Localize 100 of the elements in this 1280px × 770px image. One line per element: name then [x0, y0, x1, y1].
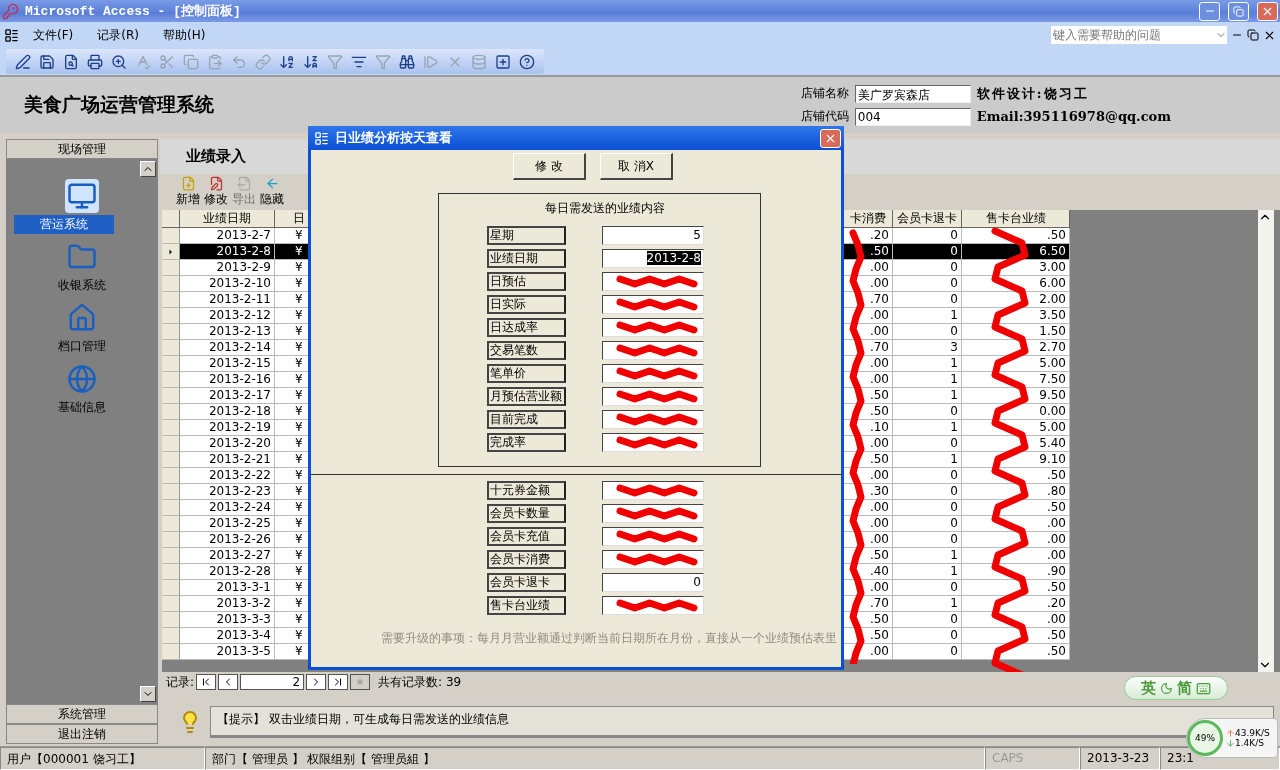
close-button[interactable]	[820, 128, 841, 148]
row-selector[interactable]	[162, 644, 180, 660]
row-selector[interactable]	[162, 468, 180, 484]
row-selector[interactable]	[162, 228, 180, 244]
globe-icon[interactable]	[65, 362, 99, 396]
value-field[interactable]: 2013-2-8	[602, 249, 704, 268]
row-selector[interactable]	[162, 340, 180, 356]
help-search-field[interactable]: 键入需要帮助的问题	[1051, 26, 1227, 44]
restore-icon	[1233, 5, 1244, 17]
value-field[interactable]	[602, 341, 704, 360]
menu-item[interactable]: 帮助(H)	[152, 24, 216, 46]
row-selector[interactable]	[162, 564, 180, 580]
value-field[interactable]	[602, 596, 704, 615]
field-label: 会员卡充值	[487, 527, 566, 546]
action-button[interactable]: 隐藏	[260, 176, 284, 208]
sidebar-button[interactable]: 退出注销	[6, 724, 158, 744]
minimize-button[interactable]	[1199, 1, 1220, 21]
next-record-button[interactable]	[306, 674, 327, 690]
download-rate: 1.4K/S	[1235, 738, 1264, 748]
monitor-icon[interactable]	[65, 179, 99, 213]
row-selector[interactable]	[162, 308, 180, 324]
value-field[interactable]: 5	[602, 226, 704, 245]
section-button[interactable]: 现场管理	[6, 139, 158, 159]
column-header[interactable]: 会员卡退卡	[893, 210, 962, 228]
dialog-button[interactable]: 修 改	[513, 153, 586, 180]
value-field[interactable]	[602, 410, 704, 429]
sidebar-item[interactable]: 收银系统	[58, 276, 106, 295]
value-field[interactable]	[602, 272, 704, 291]
sidebar-item[interactable]: 基础信息	[58, 398, 106, 417]
field-label: 日实际	[487, 295, 566, 314]
row-selector[interactable]	[162, 356, 180, 372]
row-selector[interactable]	[162, 596, 180, 612]
header-corner	[162, 210, 180, 228]
restore-button[interactable]	[1228, 1, 1249, 21]
moon-icon[interactable]	[1160, 681, 1173, 695]
row-selector[interactable]	[162, 388, 180, 404]
row-selector[interactable]	[162, 292, 180, 308]
row-selector[interactable]	[162, 436, 180, 452]
field-label: 会员卡退卡	[487, 573, 566, 592]
row-selector[interactable]	[162, 516, 180, 532]
record-number-field[interactable]: 2	[240, 674, 305, 690]
previous-record-button[interactable]	[218, 674, 239, 690]
field-label: 月预估营业额	[487, 387, 566, 406]
status-text: CAPS	[985, 747, 1080, 770]
value-field[interactable]	[602, 527, 704, 546]
record-count: 共有记录数: 39	[378, 673, 462, 691]
value-field[interactable]	[602, 481, 704, 500]
field-label: 店铺名称	[800, 85, 849, 102]
last-record-button[interactable]	[328, 674, 349, 690]
close-button[interactable]	[1257, 1, 1278, 21]
sidebar-button[interactable]: 系统管理	[6, 704, 158, 724]
dialog-button[interactable]: 取 消X	[600, 153, 673, 180]
vertical-scrollbar[interactable]	[1258, 210, 1274, 672]
row-selector[interactable]	[162, 260, 180, 276]
menu-item[interactable]: 文件(F)	[23, 24, 84, 46]
row-selector[interactable]	[162, 244, 180, 260]
value-field[interactable]	[602, 504, 704, 523]
row-selector[interactable]	[162, 420, 180, 436]
store-name-field[interactable]: 美广罗宾森店	[854, 84, 971, 103]
scroll-down-button[interactable]	[140, 686, 156, 702]
restore-icon[interactable]	[1247, 29, 1259, 41]
field-label: 日预估	[487, 272, 566, 291]
store-code-field[interactable]: 004	[854, 107, 971, 126]
value-field[interactable]	[602, 550, 704, 569]
sidebar-item[interactable]: 档口管理	[58, 337, 106, 356]
row-selector[interactable]	[162, 324, 180, 340]
column-header[interactable]: 业绩日期	[180, 210, 275, 228]
row-selector[interactable]	[162, 452, 180, 468]
row-selector[interactable]	[162, 548, 180, 564]
table-cell: 0	[893, 644, 962, 660]
group-title: 每日需发送的业绩内容	[544, 200, 665, 217]
value-field[interactable]	[602, 433, 704, 452]
value-field[interactable]	[602, 364, 704, 383]
first-record-button[interactable]	[196, 674, 217, 690]
row-selector[interactable]	[162, 580, 180, 596]
field-label: 会员卡数量	[487, 504, 566, 523]
export-file-icon	[236, 176, 252, 191]
row-selector[interactable]	[162, 372, 180, 388]
field-label: 交易笔数	[487, 341, 566, 360]
action-button[interactable]: 新增	[176, 176, 200, 208]
value-field[interactable]	[602, 387, 704, 406]
menu-item[interactable]: 记录(R)	[87, 24, 149, 46]
row-selector[interactable]	[162, 612, 180, 628]
row-selector[interactable]	[162, 500, 180, 516]
row-selector[interactable]	[162, 532, 180, 548]
edit-file-icon	[208, 176, 224, 191]
value-field[interactable]: 0	[602, 573, 704, 592]
row-selector[interactable]	[162, 276, 180, 292]
field-label: 业绩日期	[487, 249, 566, 268]
row-selector[interactable]	[162, 404, 180, 420]
column-header[interactable]: 售卡台业绩	[962, 210, 1070, 228]
action-button[interactable]: 修改	[204, 176, 228, 208]
value-field[interactable]	[602, 295, 704, 314]
scroll-up-button[interactable]	[140, 161, 156, 177]
row-selector[interactable]	[162, 484, 180, 500]
keyboard-icon[interactable]	[1196, 680, 1211, 696]
sidebar-item[interactable]: 营运系统	[14, 215, 114, 234]
row-selector[interactable]	[162, 628, 180, 644]
value-field[interactable]	[602, 318, 704, 337]
column-header[interactable]: 卡消费	[843, 210, 893, 228]
